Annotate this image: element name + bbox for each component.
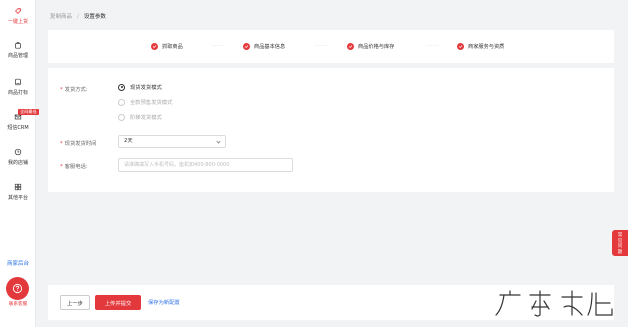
breadcrumb: 复制商品 / 设置参数 (50, 12, 106, 20)
clock-icon (0, 148, 36, 157)
sidebar-item-label: 商品打标 (7, 90, 28, 96)
contact-service-button[interactable] (6, 277, 29, 300)
upload-submit-button[interactable]: 上传并提交 (95, 295, 141, 310)
bag-icon (0, 41, 36, 50)
delivery-time-label: * 现货发货时间 (60, 141, 97, 147)
delivery-mode-label: * 发货方式: (60, 87, 88, 93)
check-icon (347, 42, 354, 50)
tablet-icon (0, 78, 36, 87)
sidebar-item-label: 商品管理 (7, 53, 28, 59)
radio-step-delivery[interactable]: 阶梯发货模式 (118, 113, 162, 121)
sidebar: 一键上货 商品管理 商品打标 全网最低 短信CRM 我的店铺 其他平台 商家后台… (0, 0, 39, 327)
sidebar-item-my-shop[interactable]: 我的店铺 (0, 148, 36, 166)
sidebar-item-other-platforms[interactable]: 其他平台 (0, 183, 36, 201)
faq-float-label: 常见问题 (617, 233, 623, 255)
check-icon (243, 42, 250, 50)
grid-icon (0, 183, 36, 192)
radio-label: 全款预售发货模式 (130, 100, 173, 106)
service-phone-input[interactable] (118, 158, 293, 172)
check-icon (151, 42, 158, 50)
step-price-stock: 商品价格与库存 (347, 41, 394, 51)
step-label: 抓取商品 (162, 43, 183, 50)
sidebar-item-label: 一键上货 (7, 19, 28, 25)
prev-step-button[interactable]: 上一步 (60, 295, 90, 310)
breadcrumb-separator: / (77, 14, 79, 20)
radio-label: 阶梯发货模式 (130, 115, 162, 121)
sidebar-item-label: 短信CRM (7, 125, 29, 131)
sidebar-item-sms-crm[interactable]: 全网最低 短信CRM (0, 109, 39, 131)
service-phone-label: * 客服电话: (60, 164, 88, 170)
step-fetch-product: 抓取商品 (151, 41, 183, 51)
settings-form: * 发货方式: 现货发货模式 全款预售发货模式 阶梯发货模式 * 现货发货时间 2天… (48, 68, 614, 192)
step-service-qualification: 商家服务与资质 (457, 41, 504, 51)
step-basic-info: 商品基本信息 (243, 41, 285, 51)
breadcrumb-parent[interactable]: 复制商品 (50, 14, 72, 20)
contact-service-label: 联系客服 (8, 302, 28, 307)
step-separator: ····· (212, 43, 225, 49)
step-label: 商品价格与库存 (358, 43, 395, 50)
promo-badge: 全网最低 (18, 109, 39, 115)
breadcrumb-current: 设置参数 (83, 14, 106, 20)
radio-checked-icon[interactable] (118, 83, 125, 91)
radio-presale-delivery[interactable]: 全款预售发货模式 (118, 98, 172, 106)
question-icon (12, 283, 23, 294)
radio-unchecked-icon[interactable] (118, 98, 125, 106)
sidebar-item-label: 其他平台 (7, 195, 28, 201)
check-icon (457, 42, 464, 50)
tag-icon (0, 7, 36, 16)
chevron-down-icon (216, 139, 221, 144)
radio-unchecked-icon[interactable] (118, 113, 125, 121)
save-config-link[interactable]: 保存为新配置 (148, 298, 180, 306)
step-separator: ····· (315, 43, 328, 49)
sidebar-item-product-manage[interactable]: 商品管理 (0, 41, 36, 59)
sidebar-item-label: 我的店铺 (7, 160, 28, 166)
select-value: 2天 (124, 138, 133, 144)
merchant-backend-link[interactable]: 商家后台 (0, 259, 36, 267)
radio-spot-delivery[interactable]: 现货发货模式 (118, 83, 162, 91)
delivery-time-select[interactable]: 2天 (118, 135, 226, 148)
radio-label: 现货发货模式 (130, 85, 162, 91)
sidebar-item-product-tagging[interactable]: 商品打标 (0, 78, 36, 96)
step-label: 商品基本信息 (254, 43, 286, 50)
faq-float-tab[interactable]: 常见问题 (612, 230, 628, 256)
step-separator: ····· (426, 43, 439, 49)
step-label: 商家服务与资质 (468, 43, 505, 50)
sidebar-item-one-click-upload[interactable]: 一键上货 (0, 7, 36, 25)
steps-bar: 抓取商品 ····· 商品基本信息 ····· 商品价格与库存 ····· 商家… (48, 30, 614, 63)
watermark-logo (494, 289, 614, 318)
